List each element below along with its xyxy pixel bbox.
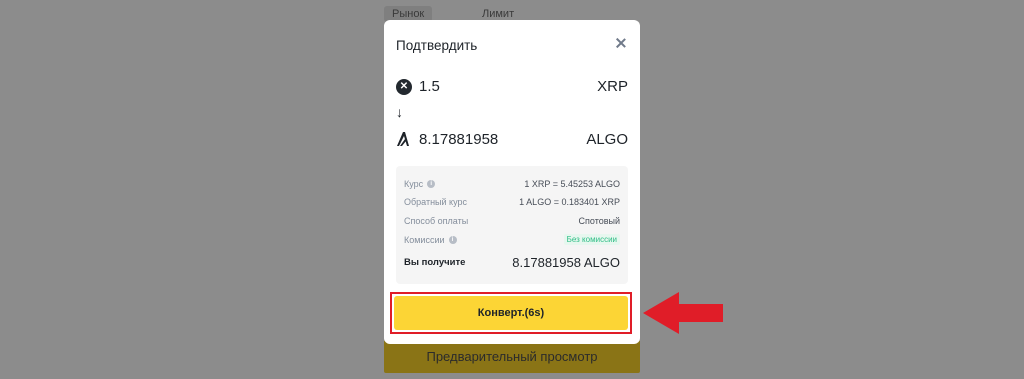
rate-label: Курс: [404, 179, 424, 189]
dialog-title: Подтвердить: [396, 38, 478, 53]
rate-value: 1 XRP = 5.45253 ALGO: [524, 179, 620, 189]
conversion-details: Курс i 1 XRP = 5.45253 ALGO Обратный кур…: [396, 166, 628, 284]
to-amount: 8.17881958: [419, 131, 499, 148]
fees-row: Комиссии i Без комиссии: [404, 234, 620, 249]
convert-button[interactable]: Конверт.(6s): [394, 296, 628, 330]
info-icon[interactable]: i: [427, 180, 436, 188]
receive-label: Вы получите: [404, 257, 466, 268]
xrp-icon: ✕: [396, 79, 412, 95]
no-fee-badge: Без комиссии: [563, 234, 620, 245]
fees-label: Комиссии: [404, 235, 445, 245]
rate-row: Курс i 1 XRP = 5.45253 ALGO: [404, 179, 620, 193]
inverse-rate-label: Обратный курс: [404, 197, 467, 207]
to-asset-row: 8.17881958 ALGO: [396, 131, 628, 151]
algo-icon: [396, 131, 412, 149]
receive-row: Вы получите 8.17881958 ALGO: [404, 255, 620, 273]
to-asset-symbol: ALGO: [586, 131, 628, 148]
inverse-rate-row: Обратный курс 1 ALGO = 0.183401 XRP: [404, 197, 620, 211]
payment-method-label: Способ оплаты: [404, 216, 469, 226]
from-asset-row: ✕ 1.5 XRP: [396, 78, 628, 98]
receive-value: 8.17881958 ALGO: [512, 255, 620, 270]
info-icon[interactable]: i: [448, 236, 457, 244]
payment-method-row: Способ оплаты Спотовый: [404, 216, 620, 230]
preview-button: Предварительный просмотр: [384, 340, 640, 373]
from-amount: 1.5: [419, 78, 440, 95]
callout-arrow-icon: [643, 292, 723, 334]
payment-method-value: Спотовый: [578, 216, 620, 226]
from-asset-symbol: XRP: [597, 78, 628, 95]
close-icon[interactable]: [614, 36, 628, 50]
arrow-down-icon: ↓: [396, 104, 403, 120]
inverse-rate-value: 1 ALGO = 0.183401 XRP: [519, 197, 620, 207]
